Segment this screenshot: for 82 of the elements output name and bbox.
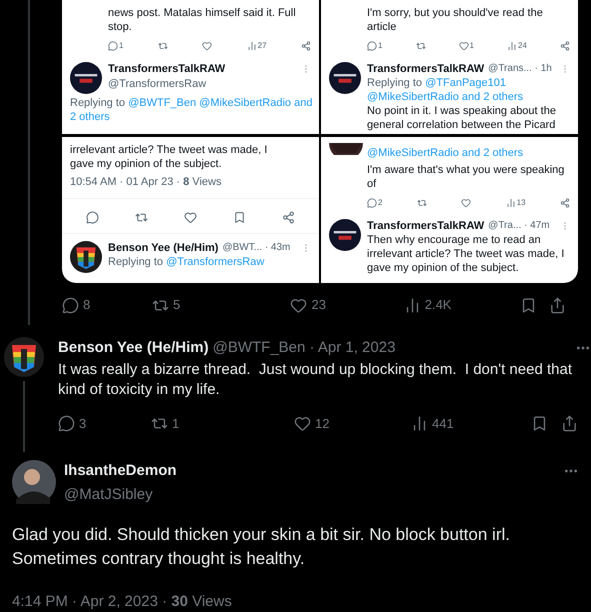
action-count: 5: [173, 296, 180, 314]
post-text: I'm sorry, but you should've read the article: [367, 6, 544, 34]
bookmark-icon[interactable]: [531, 415, 548, 432]
mention-link[interactable]: @MikeSibertRadio and 2 others: [367, 91, 524, 103]
author-name: TransformersTalkRAW: [108, 62, 226, 76]
stat-count: 2: [378, 197, 382, 209]
avatar-icon: [70, 241, 102, 273]
speech-bubble-icon[interactable]: [58, 415, 75, 432]
tweet-text: Glad you did. Should thicken your skin a bit sir. No block button irl. Sometimes contrary thought is healthy.: [12, 524, 511, 570]
handle-and-date: @BWTF_Ben · Apr 1, 2023: [212, 338, 396, 358]
speech-bubble-icon[interactable]: [86, 211, 99, 224]
avatar-icon: [70, 62, 102, 94]
handle-and-time: @Trans... · 1h: [488, 62, 552, 76]
author-name: Benson Yee (He/Him): [58, 338, 209, 358]
speech-bubble-icon[interactable]: [62, 296, 79, 314]
share-icon[interactable]: [560, 41, 570, 51]
avatar-icon: [4, 337, 44, 377]
timestamp: 4:14 PM · Apr 2, 2023 · 30 Views: [12, 592, 233, 612]
replying-to-text: Replying to @TFanPage101 @MikeSibertRadio and 2 others: [367, 76, 524, 104]
heart-icon[interactable]: [184, 211, 197, 224]
repost-icon[interactable]: [416, 198, 427, 208]
mention-link[interactable]: @TFanPage101: [425, 77, 506, 89]
mention-link[interactable]: @TransformersRaw: [166, 256, 264, 268]
bar-chart-icon[interactable]: [506, 198, 516, 208]
action-count: 1: [172, 414, 180, 433]
speech-bubble-icon[interactable]: [108, 41, 118, 51]
mention-link[interactable]: 2 others: [70, 111, 110, 123]
share-icon[interactable]: [560, 198, 570, 208]
mention-link[interactable]: @MikeSibertRadio and 2 others: [367, 146, 578, 160]
bar-chart-icon[interactable]: [246, 41, 257, 51]
heart-icon[interactable]: [461, 198, 472, 208]
repost-icon[interactable]: [158, 41, 168, 51]
author-name: TransformersTalkRAW: [367, 62, 484, 76]
heart-icon[interactable]: [458, 41, 469, 51]
speech-bubble-icon[interactable]: [367, 41, 377, 51]
author-name: IhsantheDemon: [64, 460, 177, 480]
handle-and-time: @Tra... · 47m: [488, 219, 550, 233]
mention-link[interactable]: @BWTF_Ben @MikeSibertRadio and: [128, 97, 312, 109]
heart-icon[interactable]: [294, 415, 311, 432]
speech-bubble-icon[interactable]: [367, 198, 377, 208]
reply-text: It was really a bizarre thread. Just wound up blocking them. I don't need that kind of toxicity in my life.: [58, 360, 573, 400]
post-text: I'm aware that's what you were speaking of: [367, 163, 566, 191]
author-handle: @MatJSibley: [64, 485, 154, 505]
stat-count: 27: [258, 40, 267, 52]
post-text: irrelevant article? The tweet was made, I gave my opinion of the subject.: [70, 143, 268, 171]
action-count: 8: [83, 296, 90, 314]
stat-count: 24: [518, 40, 527, 52]
avatar-icon: [12, 460, 56, 504]
attached-image[interactable]: [62, 0, 578, 283]
bar-chart-icon[interactable]: [411, 415, 428, 432]
avatar-icon: [329, 219, 361, 251]
handle-and-time: @BWT... · 43m: [222, 241, 290, 255]
share-icon[interactable]: [282, 211, 295, 224]
stat-count: 1: [119, 40, 124, 52]
action-count: 2.4K: [424, 296, 452, 314]
action-count: 3: [79, 414, 86, 433]
post-text: No point in it. I was speaking about the general correlation between the Picard: [367, 104, 557, 132]
author-name: TransformersTalkRAW: [367, 219, 484, 233]
avatar-icon: [329, 62, 361, 94]
bookmark-icon[interactable]: [233, 211, 246, 224]
repost-icon[interactable]: [416, 41, 426, 51]
share-icon[interactable]: [300, 41, 311, 51]
timestamp: 10:54 AM · 01 Apr 23 · 8 Views: [70, 175, 222, 190]
author-handle: @TransformersRaw: [108, 77, 208, 92]
replying-to-text: Replying to @TransformersRaw: [108, 255, 266, 269]
upload-icon[interactable]: [561, 415, 578, 432]
action-count: 441: [432, 414, 454, 433]
post-text: Then why encourage me to read an irrelevant article? The tweet was made, I gave my opinion of the subject.: [367, 233, 566, 275]
stat-count: 1: [378, 40, 382, 52]
author-name: Benson Yee (He/Him): [108, 241, 218, 255]
replying-to-text: Replying to @BWTF_Ben @MikeSibertRadio and 2 others: [70, 96, 311, 124]
action-count: 12: [315, 414, 330, 433]
heart-icon[interactable]: [202, 41, 212, 51]
post-text: news post. Matalas himself said it. Full stop.: [108, 6, 297, 34]
stat-count: 1: [470, 40, 474, 52]
bar-chart-icon[interactable]: [507, 41, 518, 51]
heart-icon[interactable]: [290, 296, 308, 314]
avatar-icon: [329, 143, 363, 155]
stat-count: 13: [516, 197, 526, 209]
repost-icon[interactable]: [135, 211, 148, 224]
upload-icon[interactable]: [548, 296, 566, 314]
action-count: 23: [311, 296, 326, 314]
